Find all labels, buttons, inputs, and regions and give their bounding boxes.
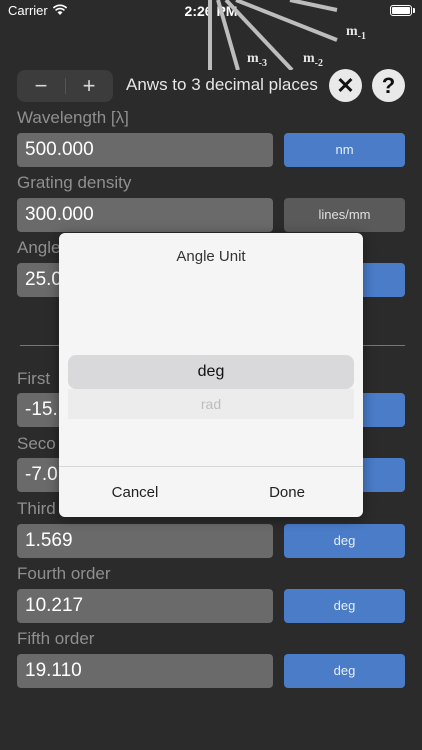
close-icon: ✕ [336,73,355,98]
fifth-order-label: Fifth order [17,629,95,648]
grating-density-label: Grating density [17,173,132,192]
decimal-stepper[interactable]: − + [17,70,113,102]
dialog-divider [59,466,363,467]
label-m-1: m-1 [346,24,366,42]
angle-label: Angle [17,238,61,257]
fourth-order-field[interactable]: 10.217 [17,589,273,623]
label-m-2: m-2 [303,51,323,69]
fourth-order-label: Fourth order [17,564,111,583]
clear-button[interactable]: ✕ [329,69,362,102]
third-order-unit-button[interactable]: deg [284,524,405,558]
wavelength-label: Wavelength [λ] [17,108,129,127]
second-order-label: Seco [17,434,56,453]
third-order-field[interactable]: 1.569 [17,524,273,558]
wavelength-field[interactable]: 500.000 [17,133,273,167]
dialog-title: Angle Unit [176,248,246,265]
diffraction-diagram: m-1 m-2 m-3 [208,0,366,70]
ray-upper [289,0,338,12]
increment-button[interactable]: + [65,73,113,99]
grating-unit-button[interactable]: lines/mm [284,198,405,232]
picker-option-rad[interactable]: rad [68,389,354,419]
decimal-places-label: Anws to 3 decimal places [126,75,318,94]
grating-density-field[interactable]: 300.000 [17,198,273,232]
fifth-order-field[interactable]: 19.110 [17,654,273,688]
label-m-3: m-3 [247,51,267,69]
wavelength-unit-button[interactable]: nm [284,133,405,167]
picker-option-deg[interactable]: deg [68,355,354,389]
decrement-button[interactable]: − [17,73,65,99]
cancel-button[interactable]: Cancel [59,484,211,501]
help-icon: ? [381,73,396,98]
third-order-label: Third [17,499,56,518]
first-order-label: First [17,369,51,388]
done-button[interactable]: Done [211,484,363,501]
help-button[interactable]: ? [372,69,405,102]
angle-unit-dialog: Angle Unit deg rad Cancel Done [59,233,363,517]
fifth-order-unit-button[interactable]: deg [284,654,405,688]
fourth-order-unit-button[interactable]: deg [284,589,405,623]
